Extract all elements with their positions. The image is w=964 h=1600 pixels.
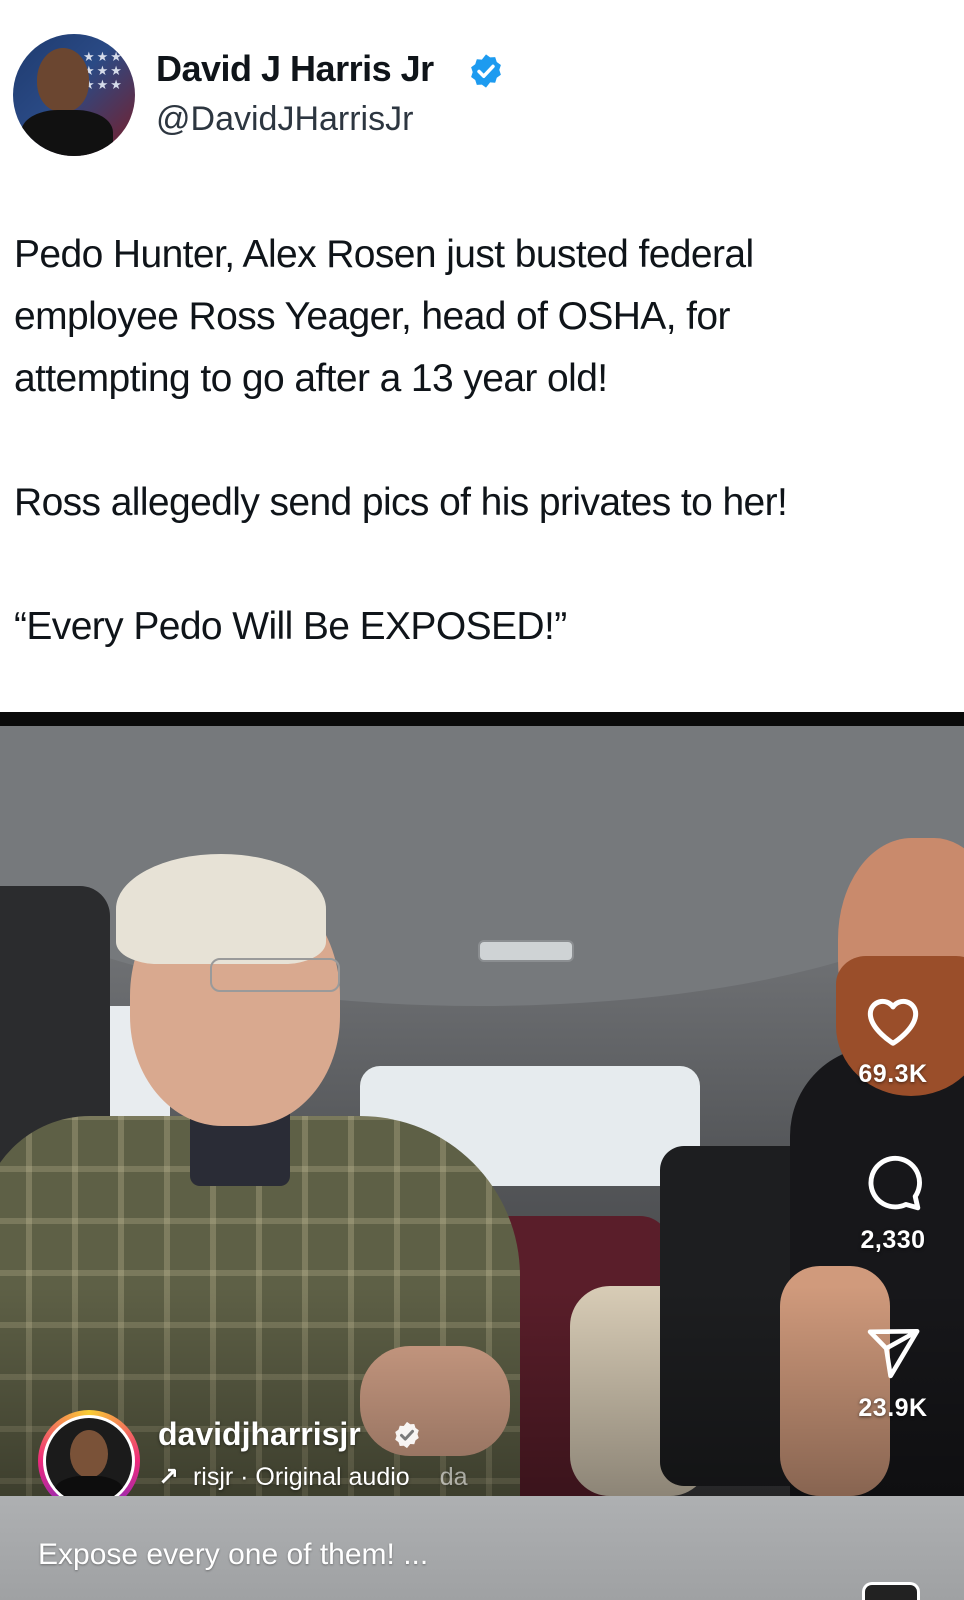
reel-avatar-photo <box>46 1418 132 1504</box>
reel-audio-label: risjr · Original audio <box>192 1463 410 1491</box>
reel-username[interactable]: davidjharrisjr <box>158 1416 361 1453</box>
video-bottom-shade <box>0 1286 964 1496</box>
tweet-line: employee Ross Yeager, head of OSHA, for <box>14 295 730 338</box>
avatar-shirt <box>21 110 113 156</box>
reel-video[interactable] <box>0 726 964 1496</box>
tweet-line: Ross allegedly send pics of his privates… <box>14 481 788 524</box>
tweet-body: Pedo Hunter, Alex Rosen just busted fede… <box>14 224 959 658</box>
tweet-card: ★★★ ★★★ ★★★ David J Harris Jr @DavidJHar… <box>0 0 964 712</box>
comment-button[interactable]: 2,330 <box>838 1152 948 1255</box>
heart-icon <box>867 998 919 1046</box>
reel-audio-info[interactable]: ↗ risjr · Original audio da <box>158 1462 468 1492</box>
reel-audio-overflow: da <box>439 1463 468 1491</box>
avatar-face <box>37 48 89 112</box>
car-dome-light <box>478 940 574 962</box>
share-icon <box>867 1328 920 1379</box>
share-count: 23.9K <box>858 1394 928 1422</box>
reel-caption[interactable]: Expose every one of them! ... <box>38 1538 428 1572</box>
verified-icon <box>471 54 501 88</box>
tweet-line: Pedo Hunter, Alex Rosen just busted fede… <box>14 233 754 276</box>
reel-avatar-frame <box>43 1415 135 1507</box>
left-person-glasses <box>210 958 340 992</box>
tweet-line: attempting to go after a 13 year old! <box>14 357 608 400</box>
comment-icon <box>868 1155 922 1211</box>
share-button[interactable]: 23.9K <box>838 1324 948 1423</box>
verified-icon <box>395 1421 419 1449</box>
tweet-line-gap <box>14 410 959 472</box>
tweet-divider <box>0 712 964 726</box>
like-count: 69.3K <box>858 1060 928 1088</box>
flag-stars-decoration: ★★★ ★★★ ★★★ <box>83 49 124 92</box>
tweet-author-handle[interactable]: @DavidJHarrisJr <box>156 100 413 139</box>
tweet-author-name[interactable]: David J Harris Jr <box>156 48 434 90</box>
left-person-hair <box>116 854 326 964</box>
tweet-author-avatar[interactable]: ★★★ ★★★ ★★★ <box>13 34 135 156</box>
tweet-line: “Every Pedo Will Be EXPOSED!” <box>14 605 567 648</box>
like-button[interactable]: 69.3K <box>838 990 948 1089</box>
profile-tab-thumbnail[interactable] <box>862 1582 920 1600</box>
reel-avatar-face <box>70 1430 108 1478</box>
tweet-line-gap <box>14 534 959 596</box>
arrow-icon: ↗ <box>158 1463 179 1491</box>
comment-count: 2,330 <box>860 1226 926 1254</box>
